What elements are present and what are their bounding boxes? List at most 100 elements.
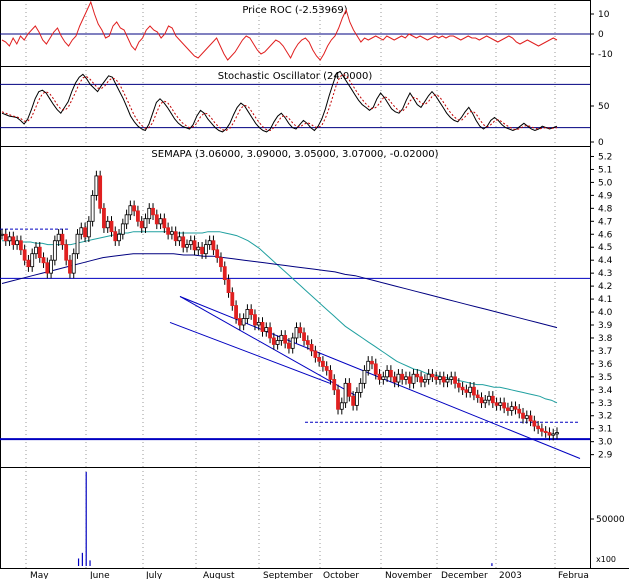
x-tick-label: November [385, 571, 432, 579]
candle-body [75, 233, 80, 255]
price-ytick-label: 3.5 [598, 373, 612, 383]
price-ytick-label: 3.3 [598, 399, 612, 409]
candle-body [498, 402, 503, 406]
price-ytick-label: 3.7 [598, 347, 612, 357]
candle-body [143, 218, 148, 229]
panel-frame [0, 146, 591, 468]
candle-body [509, 406, 514, 411]
candle-body [56, 233, 61, 242]
candle-body [313, 350, 318, 358]
candle-body [487, 395, 491, 401]
candle-body [253, 314, 257, 326]
candle-body [388, 369, 393, 378]
candle-body [490, 395, 495, 404]
candle-body [0, 233, 4, 236]
candle-body [203, 244, 208, 255]
candle-body [298, 327, 303, 334]
candle-body [283, 334, 288, 344]
candle-body [102, 207, 106, 229]
price-ytick-label: 4.2 [598, 282, 612, 292]
x-tick-label: June [89, 571, 110, 579]
candle-body [309, 344, 314, 352]
candle-body [18, 240, 23, 251]
candle-body [162, 218, 167, 229]
candle-body [68, 259, 72, 274]
x-tick-label: Februa [558, 571, 589, 579]
candle-body [234, 305, 238, 319]
x-tick-label: December [441, 571, 488, 579]
candle-body [109, 220, 114, 233]
candle-body [271, 337, 276, 345]
candle-body [513, 406, 518, 410]
candle-body [411, 373, 416, 384]
candle-body [536, 425, 541, 430]
candle-body [94, 175, 99, 196]
candle-body [34, 246, 38, 255]
channel-lower-line [169, 321, 331, 384]
x-tick-label: October [323, 571, 359, 579]
price-ytick-label: 5.2 [598, 152, 612, 162]
candle-body [3, 233, 8, 242]
price-ytick-label: 4.3 [598, 269, 612, 279]
candles [0, 170, 559, 441]
candle-body [392, 376, 397, 383]
candle-body [385, 369, 390, 378]
candle-body [264, 327, 269, 332]
candle-body [158, 218, 163, 225]
candle-body [22, 249, 27, 261]
candle-body [555, 432, 559, 435]
ma-long-line [1, 253, 558, 329]
candle-body [60, 233, 65, 246]
candle-body [181, 236, 186, 248]
candle-body [196, 246, 201, 251]
price-ytick-label: 3.9 [598, 321, 613, 331]
candle-body [543, 430, 548, 433]
candle-body [120, 223, 125, 235]
candle-body [339, 402, 344, 410]
candle-body [479, 397, 484, 404]
x-tick-label: July [145, 571, 163, 579]
candle-body [475, 394, 480, 398]
candle-body [226, 279, 231, 293]
candle-body [200, 246, 205, 255]
candle-body [83, 227, 87, 238]
candle-body [219, 257, 223, 268]
candle-body [400, 373, 405, 380]
roc-title: Price ROC (-2.53969) [242, 5, 347, 16]
candle-body [294, 327, 299, 339]
candle-body [377, 373, 382, 380]
candle-body [362, 369, 367, 384]
candle-body [117, 233, 121, 242]
candle-body [105, 220, 110, 229]
price-ytick-label: 4.1 [598, 295, 612, 305]
candle-body [124, 214, 129, 225]
candle-body [136, 210, 140, 222]
candle-body [71, 253, 76, 274]
candle-body [332, 379, 337, 391]
candle-body [249, 309, 254, 316]
candle-body [64, 244, 69, 261]
candle-body [11, 236, 16, 246]
candle-body [521, 412, 525, 419]
candle-body [37, 246, 42, 258]
roc-ytick-label: 10 [598, 10, 610, 20]
candle-body [468, 386, 473, 393]
candle-body [539, 428, 544, 432]
volume-unit-label: x100 [596, 555, 616, 564]
candle-body [404, 376, 408, 380]
roc-ytick-label: 0 [598, 30, 604, 40]
candle-body [422, 379, 427, 383]
price-ytick-label: 4.0 [598, 308, 613, 318]
candle-body [154, 214, 159, 225]
candle-body [460, 386, 465, 391]
candle-body [230, 292, 235, 306]
x-tick-label: September [263, 571, 313, 579]
candle-body [547, 432, 552, 436]
price-ytick-label: 3.6 [598, 360, 613, 370]
candle-body [15, 240, 20, 246]
candle-body [419, 376, 423, 383]
candle-body [147, 207, 152, 220]
candle-body [26, 259, 31, 268]
candle-body [324, 366, 329, 371]
candle-body [188, 240, 193, 246]
